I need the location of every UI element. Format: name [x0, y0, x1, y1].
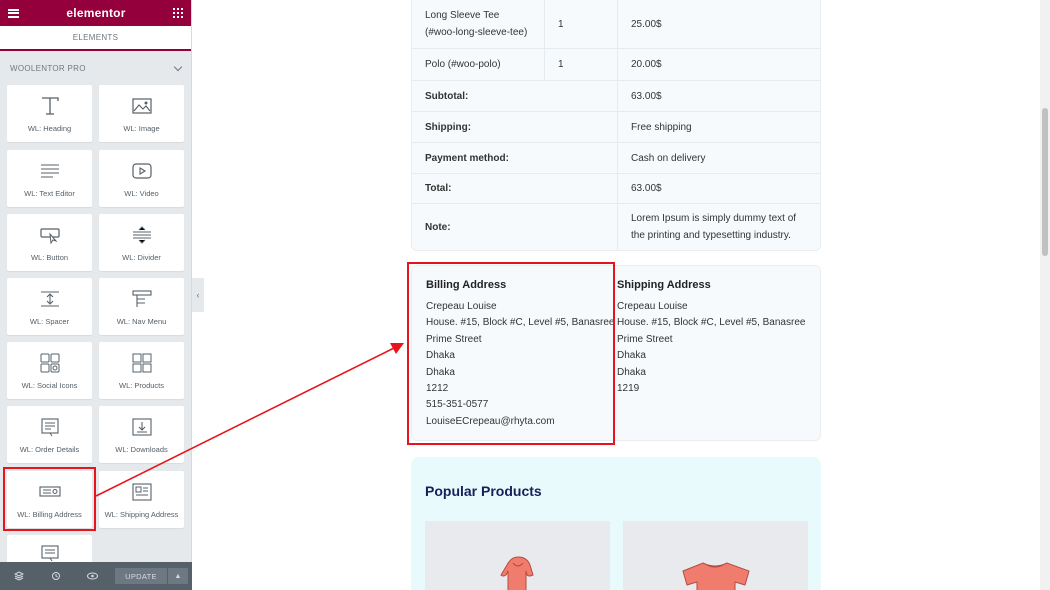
table-row: Subtotal: 63.00$ — [412, 80, 820, 111]
widget-wl-button[interactable]: WL: Button — [7, 214, 92, 271]
layers-icon[interactable] — [0, 562, 37, 590]
panel-footer: UPDATE ▲ — [0, 562, 192, 590]
widget-label: WL: Video — [124, 189, 159, 198]
widget-label: WL: Divider — [122, 253, 161, 262]
widget-label: WL: Products — [118, 381, 164, 390]
product-card-hoodie[interactable] — [425, 521, 610, 590]
widget-wl-spacer[interactable]: WL: Spacer — [7, 278, 92, 335]
item-name: Long Sleeve Tee (#woo-long-sleeve-tee) — [412, 0, 545, 48]
table-row: Shipping: Free shipping — [412, 111, 820, 142]
nav-menu-icon — [131, 290, 152, 307]
tshirt-image — [682, 562, 750, 590]
widget-wl-text-editor[interactable]: WL: Text Editor — [7, 150, 92, 207]
billing-widget-highlight — [3, 467, 96, 531]
category-header[interactable]: WOOLENTOR PRO — [0, 51, 191, 85]
hamburger-menu-icon[interactable] — [8, 8, 19, 18]
widget-wl-image[interactable]: WL: Image — [99, 85, 184, 142]
table-row: Long Sleeve Tee (#woo-long-sleeve-tee) 1… — [412, 0, 820, 48]
heading-icon — [41, 97, 59, 115]
table-row: Payment method: Cash on delivery — [412, 142, 820, 173]
widget-wl-nav-menu[interactable]: WL: Nav Menu — [99, 278, 184, 335]
shipping-state: Dhaka — [617, 366, 646, 378]
chevron-down-icon — [173, 62, 183, 71]
widget-label: WL: Heading — [27, 124, 72, 133]
widget-wl-social-icons[interactable]: WL: Social Icons — [7, 342, 92, 399]
elementor-logo: elementor — [66, 6, 126, 20]
widget-label: WL: Shipping Address — [104, 510, 179, 519]
totals-label: Payment method: — [412, 143, 618, 173]
shipping-address: Shipping Address Crepeau Louise House. #… — [617, 266, 817, 397]
video-icon — [131, 163, 152, 179]
history-icon[interactable] — [37, 562, 74, 590]
panel-collapse-toggle[interactable]: ‹ — [192, 278, 204, 312]
widget-wl-downloads[interactable]: WL: Downloads — [99, 406, 184, 463]
widget-wl-divider[interactable]: WL: Divider — [99, 214, 184, 271]
widget-label: WL: Downloads — [115, 445, 168, 454]
category-title: WOOLENTOR PRO — [10, 63, 86, 73]
chevron-left-icon: ‹ — [196, 290, 200, 300]
billing-address-highlight — [407, 262, 615, 445]
widget-label: WL: Spacer — [29, 317, 70, 326]
shipping-title: Shipping Address — [617, 279, 711, 291]
widget-wl-products[interactable]: WL: Products — [99, 342, 184, 399]
item-qty: 1 — [545, 0, 618, 48]
panel-header: elementor — [0, 0, 191, 26]
preview-eye-icon[interactable] — [74, 562, 111, 590]
shipping-name: Crepeau Louise — [617, 301, 688, 312]
widget-label: WL: Social Icons — [21, 381, 78, 390]
totals-value: Lorem Ipsum is simply dummy text of the … — [631, 213, 797, 241]
widget-wl-heading[interactable]: WL: Heading — [7, 85, 92, 142]
scrollbar-thumb[interactable] — [1042, 108, 1048, 256]
totals-value: Cash on delivery — [631, 152, 706, 164]
hoodie-image — [500, 556, 534, 590]
table-row: Note: Lorem Ipsum is simply dummy text o… — [412, 203, 820, 250]
order-details-icon — [40, 418, 59, 437]
widget-label: WL: Button — [30, 253, 69, 262]
popular-products-section: Popular Products — [411, 457, 821, 590]
update-options-caret-icon[interactable]: ▲ — [168, 568, 188, 584]
product-card-tshirt[interactable] — [623, 521, 808, 590]
widget-label: WL: Image — [123, 124, 160, 133]
popular-products-title: Popular Products — [425, 483, 542, 499]
totals-value: 63.00$ — [631, 90, 662, 102]
button-icon — [39, 228, 60, 245]
totals-label: Subtotal: — [412, 81, 618, 111]
totals-label: Total: — [412, 174, 618, 203]
totals-value: 63.00$ — [631, 183, 662, 194]
shipping-city: Dhaka — [617, 350, 646, 362]
shipping-street: House. #15, Block #C, Level #5, Banasree… — [617, 317, 806, 345]
shipping-address-icon — [131, 483, 152, 501]
item-price: 20.00$ — [631, 59, 662, 70]
totals-value: Free shipping — [631, 121, 692, 133]
apps-grid-icon[interactable] — [173, 8, 183, 18]
widget-wl-order-details[interactable]: WL: Order Details — [7, 406, 92, 463]
item-price: 25.00$ — [631, 18, 662, 30]
image-icon — [131, 98, 152, 114]
text-editor-icon — [40, 164, 59, 178]
divider-icon — [132, 226, 151, 244]
social-icons-icon — [40, 353, 59, 373]
item-name: Polo (#woo-polo) — [412, 49, 545, 80]
tab-elements-label: ELEMENTS — [72, 33, 119, 42]
totals-label: Note: — [412, 204, 618, 250]
widget-wl-shipping-address[interactable]: WL: Shipping Address — [99, 471, 184, 528]
widget-label: WL: Order Details — [19, 445, 80, 454]
totals-label: Shipping: — [412, 112, 618, 142]
table-row: Polo (#woo-polo) 1 20.00$ — [412, 48, 820, 80]
shipping-postcode: 1219 — [617, 383, 640, 395]
widget-wl-video[interactable]: WL: Video — [99, 150, 184, 207]
widget-label: WL: Nav Menu — [116, 317, 167, 326]
downloads-icon — [131, 418, 152, 436]
update-button[interactable]: UPDATE — [115, 568, 167, 584]
item-qty: 1 — [545, 49, 618, 80]
order-details-table: Long Sleeve Tee (#woo-long-sleeve-tee) 1… — [411, 0, 821, 251]
products-icon — [132, 353, 151, 373]
widget-label: WL: Text Editor — [24, 189, 75, 198]
table-row: Total: 63.00$ — [412, 173, 820, 203]
page-scrollbar[interactable] — [1040, 0, 1050, 590]
spacer-icon — [40, 291, 59, 307]
tab-elements[interactable]: ELEMENTS — [0, 26, 191, 51]
